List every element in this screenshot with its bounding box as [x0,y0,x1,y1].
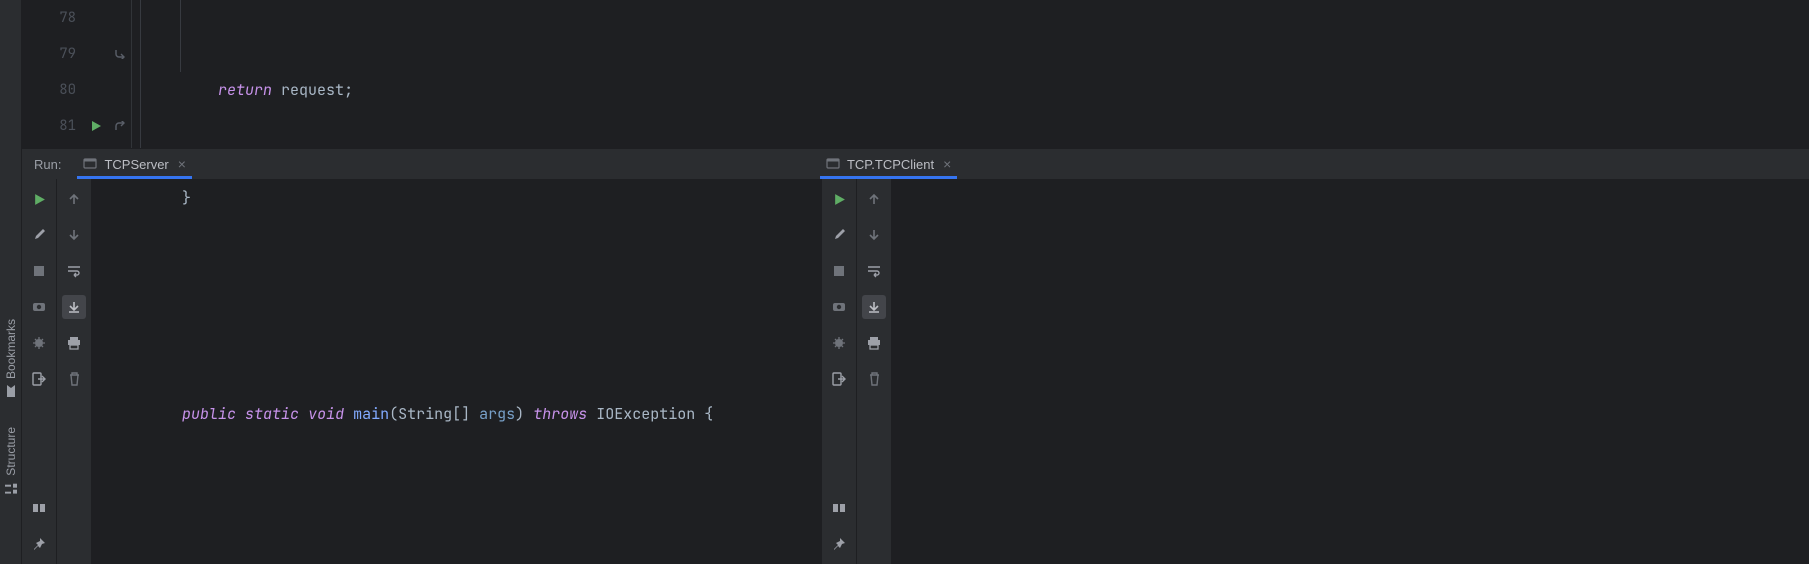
line-number: 79 [22,36,76,72]
line-number: 81 [22,108,76,144]
run-tab-label: TCP.TCPClient [847,157,934,172]
close-icon[interactable]: × [943,156,951,172]
run-tab-tcpclient[interactable]: TCP.TCPClient × [816,149,961,179]
previous-occurrence-button[interactable] [62,187,86,211]
bookmark-icon [4,385,18,397]
code-editor[interactable]: 78 79 80 81 return request; [22,0,1809,148]
pin-button[interactable] [27,532,51,556]
run-panel-title: Run: [22,149,73,179]
fold-end-icon[interactable] [108,36,131,72]
attach-debugger-button[interactable] [27,331,51,355]
code-content[interactable]: return request; } public static void mai… [182,0,1809,148]
line-number: 78 [22,0,76,36]
soft-wrap-button[interactable] [62,259,86,283]
print-button[interactable] [62,331,86,355]
run-toolbar-primary [22,179,57,564]
indent-guides [132,0,182,148]
exit-button[interactable] [27,367,51,391]
fold-gutter [108,0,132,148]
run-gutter [84,0,108,148]
scroll-to-end-button[interactable] [62,295,86,319]
bookmarks-tool-button[interactable]: Bookmarks [4,319,18,397]
main-area: 78 79 80 81 return request; [22,0,1809,564]
close-icon[interactable]: × [178,156,186,172]
next-occurrence-button[interactable] [62,223,86,247]
pin-button[interactable] [827,532,851,556]
bookmarks-label: Bookmarks [4,319,18,379]
run-config-icon [83,157,97,171]
stop-button[interactable] [27,259,51,283]
dump-threads-button[interactable] [27,295,51,319]
run-config-icon [826,157,840,171]
run-tab-tcpserver[interactable]: TCPServer × [73,149,195,179]
left-tool-strip: Bookmarks Structure [0,0,22,564]
structure-tool-button[interactable]: Structure [4,427,18,494]
layout-button[interactable] [27,496,51,520]
run-line-marker[interactable] [84,108,108,144]
line-number-gutter: 78 79 80 81 [22,0,84,148]
line-number: 80 [22,72,76,108]
code-line-80 [182,288,1809,324]
code-line-81: public static void main(String[] args) t… [182,396,1809,432]
run-tab-label: TCPServer [104,157,168,172]
structure-label: Structure [4,427,18,476]
fold-start-icon[interactable] [108,108,131,144]
run-toolbar-secondary [57,179,92,564]
rerun-button[interactable] [27,187,51,211]
code-line-78: return request; [182,72,1809,108]
code-line-79: } [182,180,1809,216]
clear-all-button[interactable] [62,367,86,391]
modify-run-config-button[interactable] [27,223,51,247]
structure-icon [4,482,18,494]
